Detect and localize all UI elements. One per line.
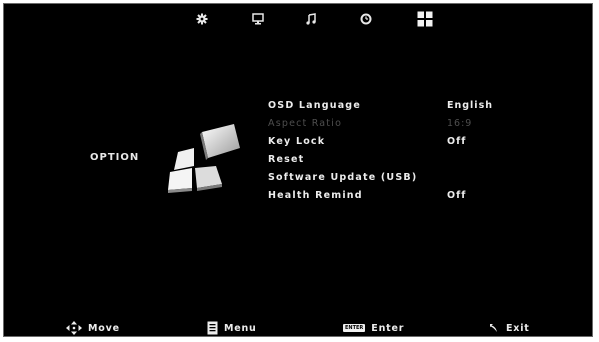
gear-icon — [196, 13, 208, 25]
menu-item-key-lock[interactable]: Key Lock Off — [268, 136, 508, 150]
hint-exit-label: Exit — [506, 322, 530, 334]
return-arrow-icon — [490, 324, 497, 332]
menu-item-label: OSD Language — [268, 100, 361, 111]
tab-settings[interactable] — [191, 10, 213, 28]
hint-exit: Exit — [488, 320, 530, 336]
menu-item-health-remind[interactable]: Health Remind Off — [268, 190, 508, 204]
dpad-arrows-icon — [66, 321, 82, 335]
hint-move: Move — [66, 320, 120, 336]
hint-enter: ENTER Enter — [343, 320, 404, 336]
menu-item-label: Software Update (USB) — [268, 172, 418, 183]
tab-picture[interactable] — [247, 10, 269, 28]
hint-move-label: Move — [88, 322, 120, 334]
menu-item-label: Key Lock — [268, 136, 326, 147]
menu-item-value: Off — [447, 136, 467, 147]
menu-item-osd-language[interactable]: OSD Language English — [268, 100, 508, 114]
section-title: OPTION — [90, 152, 140, 163]
music-note-icon — [306, 13, 316, 25]
menu-item-label: Aspect Ratio — [268, 118, 343, 129]
tv-osd-screen: OPTION OSD Language English Aspect Ratio… — [3, 3, 593, 337]
menu-item-value: 16:9 — [447, 118, 473, 129]
hint-enter-label: Enter — [371, 322, 405, 334]
tab-option[interactable] — [414, 10, 436, 28]
menu-item-value: English — [447, 100, 493, 111]
monitor-icon — [252, 13, 264, 25]
menu-page-icon — [207, 321, 218, 335]
hint-menu-label: Menu — [224, 322, 257, 334]
enter-key-icon: ENTER — [343, 324, 366, 332]
menu-item-value: Off — [447, 190, 467, 201]
tab-sound[interactable] — [300, 10, 322, 28]
clock-icon — [360, 13, 372, 25]
menu-item-software-update[interactable]: Software Update (USB) — [268, 172, 508, 186]
hint-menu: Menu — [207, 320, 257, 336]
menu-item-reset[interactable]: Reset — [268, 154, 508, 168]
menu-item-label: Reset — [268, 154, 305, 165]
grid-icon — [417, 11, 433, 27]
menu-item-label: Health Remind — [268, 190, 363, 201]
tab-time[interactable] — [355, 10, 377, 28]
option-blocks-icon — [168, 124, 240, 193]
menu-item-aspect-ratio: Aspect Ratio 16:9 — [268, 118, 508, 132]
